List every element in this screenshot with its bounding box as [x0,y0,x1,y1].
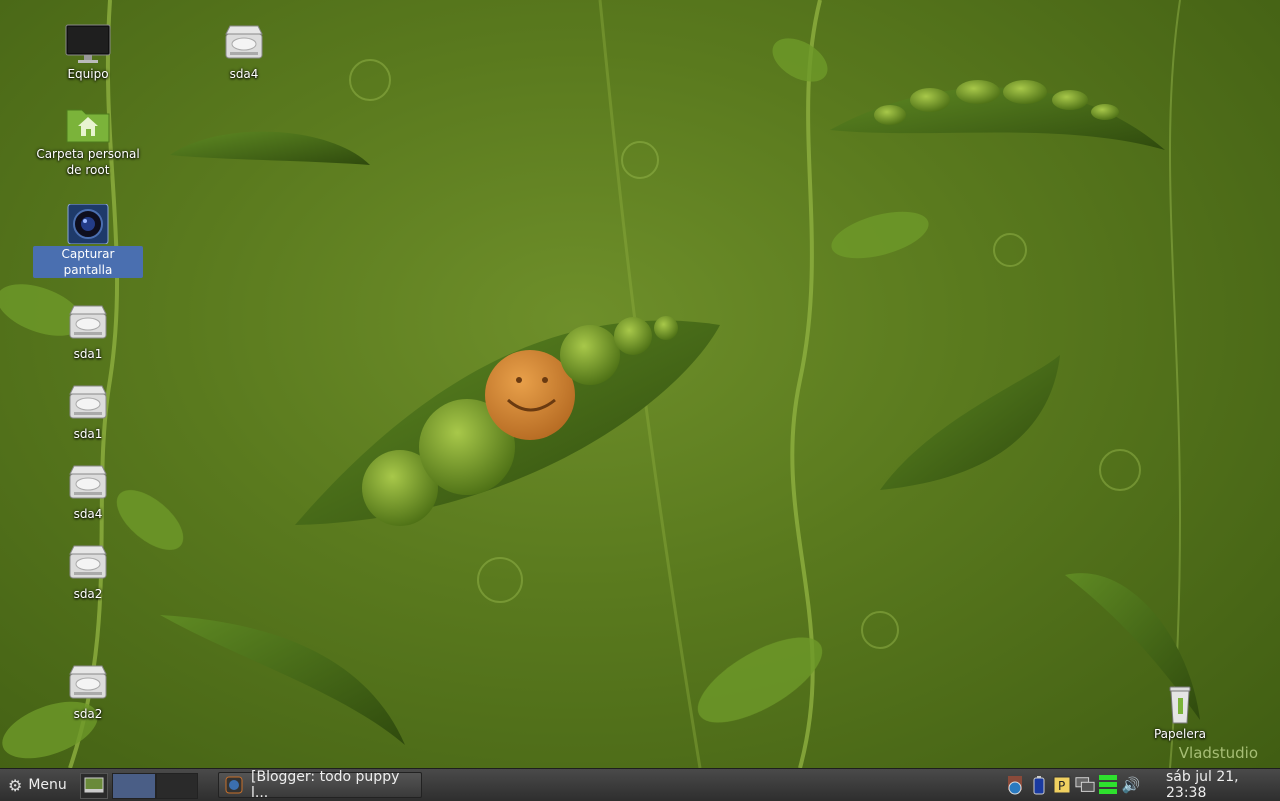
volume-icon[interactable]: 🔊 [1121,773,1141,797]
desktop-icon-label: Carpeta personal de root [36,147,140,177]
show-desktop-button[interactable] [80,773,108,799]
clock[interactable]: sáb jul 21, 23:38 [1166,769,1280,801]
monitor-icon[interactable] [1075,773,1095,797]
wallpaper-watermark: Vladstudio [1178,744,1258,762]
system-tray: P 🔊 [1006,769,1141,801]
desktop-icon-label: Capturar pantalla [33,246,143,278]
desktop-icon-sda1[interactable]: sda1 [33,384,143,442]
desktop-icon-home-folder[interactable]: Carpeta personal de root [33,104,143,178]
taskbar-window-button[interactable]: [Blogger: todo puppy l... [218,769,422,801]
desktop-icon-sda2[interactable]: sda2 [33,544,143,602]
p-icon[interactable]: P [1052,773,1072,797]
green-bars-icon[interactable] [1098,773,1118,797]
taskbar: ⚙ Menu [Blogger: todo puppy l... P 🔊 sáb… [0,768,1280,801]
desktop-icon-label: sda1 [73,427,103,441]
network-globe-icon[interactable] [1006,773,1026,797]
hard-drive-icon [69,385,107,419]
desktop-icon-sda1[interactable]: sda1 [33,304,143,362]
workspace-1[interactable] [112,773,156,799]
desktop-icon-label: sda4 [73,507,103,521]
svg-text:P: P [1058,779,1065,793]
hard-drive-icon [69,305,107,339]
workspace-2[interactable] [156,773,198,799]
camera-icon [67,204,109,244]
menu-button[interactable]: ⚙ Menu [4,769,71,801]
desktop-icon-sda2[interactable]: sda2 [33,664,143,722]
trash-icon [1169,686,1191,724]
menu-label: Menu [28,777,67,793]
hard-drive-icon [69,665,107,699]
desktop-icon-label: sda1 [73,347,103,361]
hard-drive-icon [69,545,107,579]
hard-drive-icon [225,25,263,59]
desktop-icon-label: sda4 [229,67,259,81]
gear-icon: ⚙ [8,775,23,795]
desktop-icon-label: sda2 [73,587,103,601]
desktop-icon-label: sda2 [73,707,103,721]
desktop-icon-computer[interactable]: Equipo [33,24,143,82]
desktop-icon-trash[interactable]: Papelera [1125,684,1235,742]
browser-icon [225,776,243,794]
hard-drive-icon [69,465,107,499]
desktop-wallpaper [0,0,1200,768]
package-icon[interactable] [1029,773,1049,797]
desktop-icon-label: Equipo [67,67,109,81]
taskbar-window-title: [Blogger: todo puppy l... [251,769,400,801]
monitor-icon [65,24,111,63]
home-folder-icon [66,109,110,143]
desktop-icon [84,777,104,793]
desktop-icon-sda4[interactable]: sda4 [33,464,143,522]
desktop-icon-sda4-top[interactable]: sda4 [189,24,299,82]
desktop-icon-screenshot[interactable]: Capturar pantalla [33,204,143,278]
desktop-icon-label: Papelera [1153,727,1207,741]
